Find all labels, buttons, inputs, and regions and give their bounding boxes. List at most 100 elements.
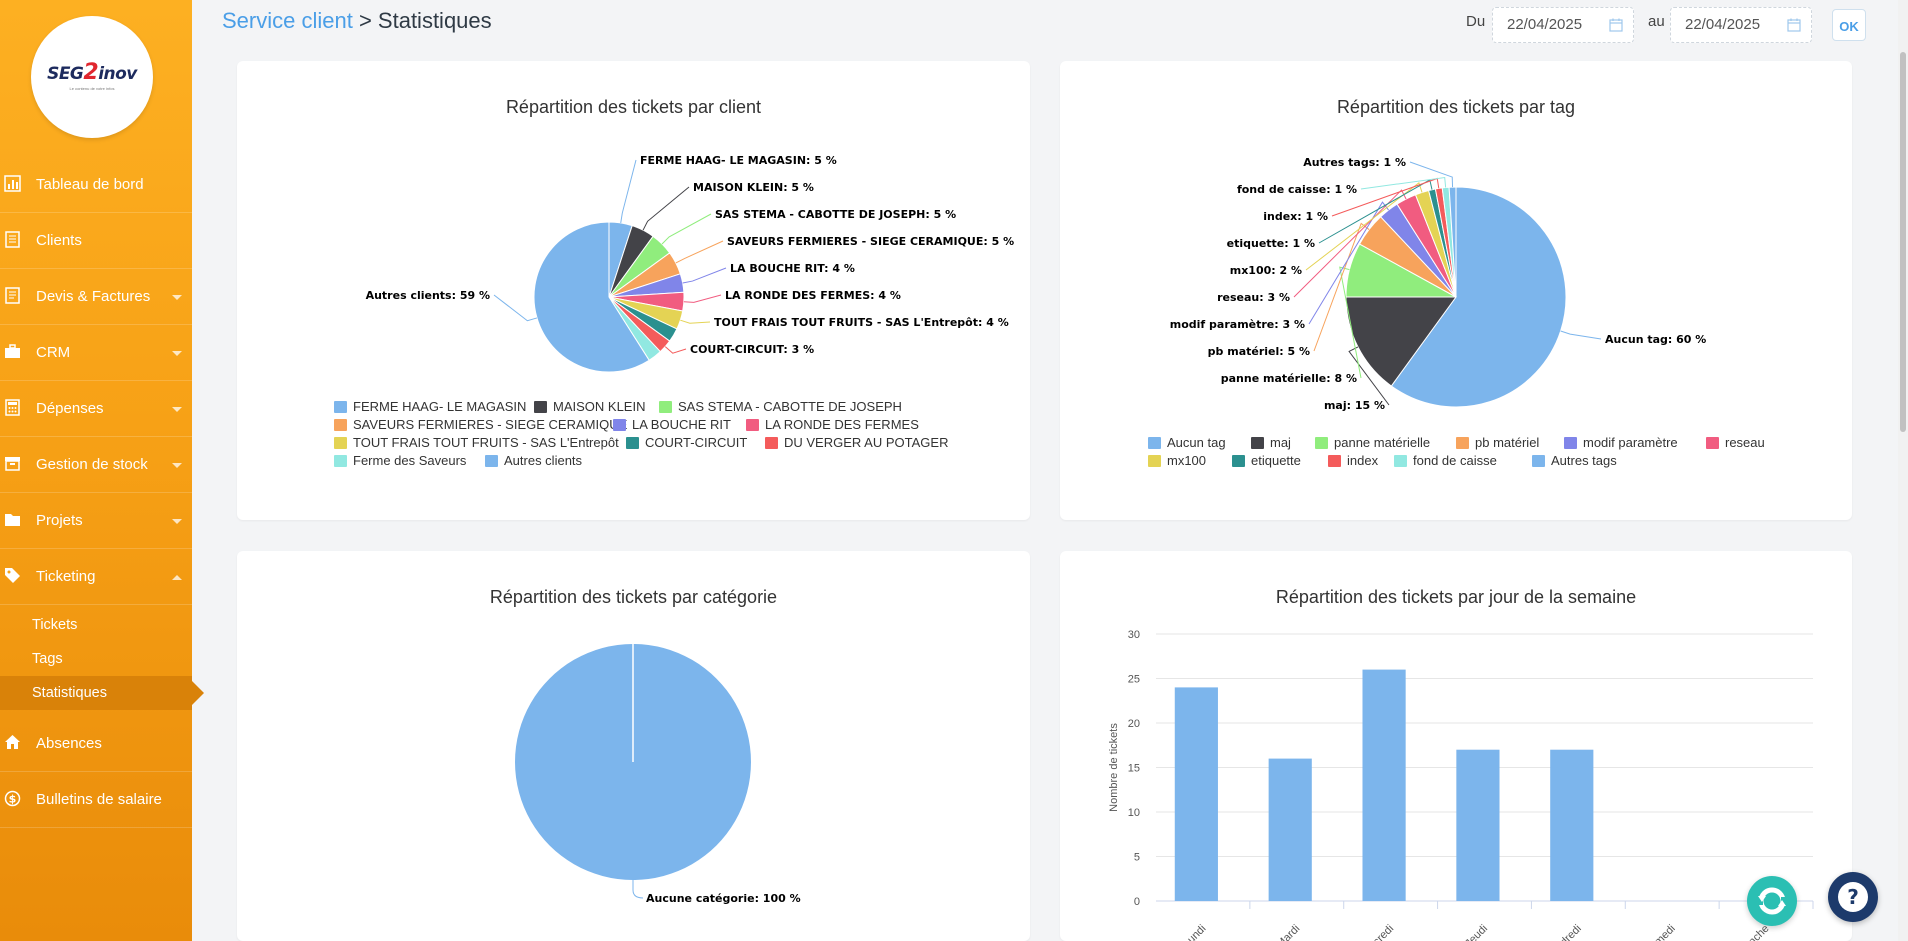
ok-button[interactable]: OK: [1832, 9, 1866, 41]
legend-label: mx100: [1167, 453, 1206, 468]
folder-icon: [5, 514, 20, 526]
legend-swatch: [334, 401, 347, 413]
sidebar-subitem-statistiques[interactable]: Statistiques: [0, 676, 204, 710]
chevron-down-icon: [172, 351, 182, 356]
sidebar-item-label: Devis & Factures: [36, 288, 151, 305]
data-label: fond de caisse: 1 %: [1237, 183, 1357, 196]
label-connector: [682, 267, 727, 284]
label-connector: [675, 240, 724, 264]
chevron-up-icon: [172, 575, 182, 580]
legend-label: etiquette: [1251, 453, 1301, 468]
legend-label: LA RONDE DES FERMES: [765, 417, 919, 432]
box-icon: [5, 457, 20, 471]
label-connector: [642, 186, 690, 231]
breadcrumb-separator: >: [352, 8, 378, 33]
x-tick-label: Jeudi: [1463, 923, 1490, 941]
label-connector: [493, 294, 538, 322]
legend-swatch: [613, 419, 626, 431]
sidebar-item-dépenses[interactable]: Dépenses: [0, 381, 192, 437]
chevron-down-icon: [172, 519, 182, 524]
sidebar-subitem-tickets[interactable]: Tickets: [0, 608, 192, 642]
sidebar-item-tableau-de-bord[interactable]: Tableau de bord: [0, 157, 192, 213]
legend-swatch: [1328, 455, 1341, 467]
sidebar-item-absences[interactable]: Absences: [0, 716, 192, 772]
bar: [1174, 687, 1218, 901]
sidebar-subitem-label: Tickets: [32, 617, 78, 633]
legend-swatch: [1251, 437, 1264, 449]
data-label: SAS STEMA - CABOTTE DE JOSEPH: 5 %: [715, 208, 956, 221]
pie-chart-tags: Aucun tag: 60 % maj: 15 % panne matérielle…: [1148, 156, 1765, 468]
date-filter: Du 22/04/2025 au 22/04/2025 OK: [1466, 7, 1866, 43]
data-label: COURT-CIRCUIT: 3 %: [690, 343, 814, 356]
sidebar-item-gestion-de-stock[interactable]: Gestion de stock: [0, 437, 192, 493]
legend-label: modif paramètre: [1583, 435, 1678, 450]
breadcrumb: Service client > Statistiques: [222, 8, 492, 34]
refresh-button[interactable]: [1747, 876, 1797, 926]
address-book-icon: [5, 231, 20, 248]
sidebar-item-projets[interactable]: Projets: [0, 493, 192, 549]
legend-swatch: [1232, 455, 1245, 467]
data-label: MAISON KLEIN: 5 %: [693, 181, 814, 194]
legend-label: TOUT FRAIS TOUT FRUITS - SAS L'Entrepôt: [353, 435, 619, 450]
sidebar-item-label: Dépenses: [36, 400, 104, 417]
bar: [1268, 758, 1312, 901]
data-label: modif paramètre: 3 %: [1170, 318, 1305, 331]
legend-swatch: [659, 401, 672, 413]
sidebar-item-crm[interactable]: CRM: [0, 325, 192, 381]
sidebar-item-label: Tableau de bord: [36, 176, 144, 193]
legend-label: index: [1347, 453, 1379, 468]
sidebar-subitem-label: Tags: [32, 651, 63, 667]
sidebar-subitem-label: Statistiques: [32, 685, 107, 701]
sidebar-subitem-tags[interactable]: Tags: [0, 642, 192, 676]
legend-label: Ferme des Saveurs: [353, 453, 467, 468]
data-label: Autres clients: 59 %: [366, 289, 490, 302]
date-from-label: Du: [1466, 13, 1486, 30]
y-tick-label: 0: [1134, 896, 1140, 908]
data-label: mx100: 2 %: [1230, 264, 1302, 277]
date-to-input[interactable]: 22/04/2025: [1670, 7, 1812, 43]
sidebar-item-label: CRM: [36, 344, 71, 361]
calendar-icon: [1787, 18, 1801, 32]
sidebar-item-label: Bulletins de salaire: [36, 791, 162, 808]
legend-label: LA BOUCHE RIT: [632, 417, 731, 432]
legend-swatch: [1148, 437, 1161, 449]
sidebar-item-label: Clients: [36, 232, 82, 249]
help-button[interactable]: ?: [1828, 872, 1878, 922]
logo-wordmark: SEG2inov: [47, 60, 137, 85]
document-icon: [5, 287, 20, 304]
sidebar-item-devis-factures[interactable]: Devis & Factures: [0, 269, 192, 325]
page-scrollbar[interactable]: [1898, 0, 1908, 941]
label-connector: [680, 319, 711, 324]
x-tick-label: Vendredi: [1545, 923, 1584, 941]
bar-chart-weekdays: 0 5 10 15 20 25 30 Nombre de tickets Lundi Mardi M…: [1108, 629, 1814, 941]
date-from-input[interactable]: 22/04/2025: [1492, 7, 1634, 43]
label-connector: [1409, 161, 1454, 188]
refresh-icon: [1757, 887, 1787, 915]
sidebar-item-clients[interactable]: Clients: [0, 213, 192, 269]
data-label: FERME HAAG- LE MAGASIN: 5 %: [640, 154, 837, 167]
legend-label: pb matériel: [1475, 435, 1539, 450]
legend-label: Aucun tag: [1167, 435, 1226, 450]
chevron-down-icon: [172, 407, 182, 412]
logo-tagline: Le contenu de votre infos: [69, 86, 115, 91]
briefcase-icon: [5, 344, 20, 358]
company-logo[interactable]: SEG2inov Le contenu de votre infos: [31, 16, 153, 138]
data-label: LA RONDE DES FERMES: 4 %: [725, 289, 901, 302]
bar: [1456, 749, 1500, 901]
sidebar-item-ticketing[interactable]: Ticketing: [0, 549, 192, 605]
legend-swatch: [334, 419, 347, 431]
scrollbar-thumb[interactable]: [1900, 52, 1906, 432]
legend-swatch: [334, 437, 347, 449]
breadcrumb-link-service-client[interactable]: Service client: [222, 8, 353, 33]
bar: [1550, 749, 1594, 901]
label-connector: [661, 213, 712, 245]
data-label: reseau: 3 %: [1217, 291, 1290, 304]
bar: [1362, 669, 1406, 901]
x-tick-label: Mercredi: [1357, 923, 1396, 941]
legend-swatch: [1456, 437, 1469, 449]
sidebar-item-bulletins-de-salaire[interactable]: $ Bulletins de salaire: [0, 772, 192, 828]
legend-swatch: [1148, 455, 1161, 467]
chart-card-categories: Répartition des tickets par catégorie Au…: [237, 551, 1030, 941]
data-label: LA BOUCHE RIT: 4 %: [730, 262, 855, 275]
y-tick-label: 30: [1128, 629, 1140, 641]
